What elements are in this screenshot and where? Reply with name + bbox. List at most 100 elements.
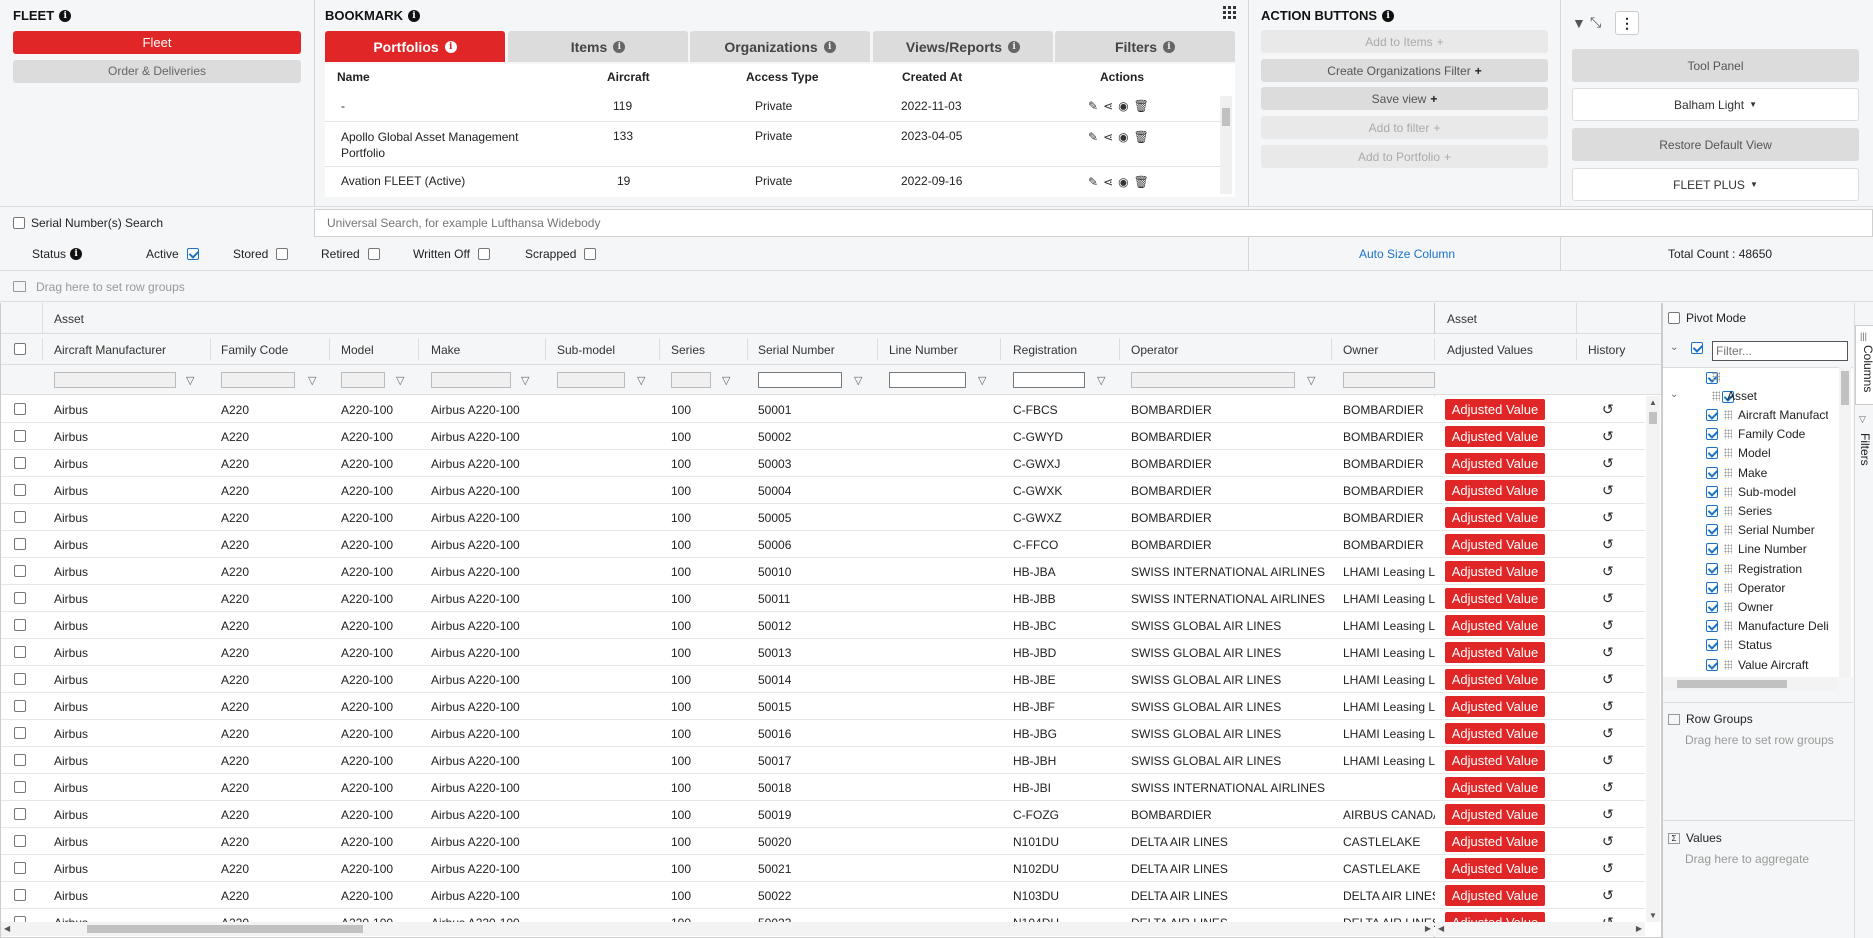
row-checkbox[interactable] [14,727,26,739]
column-list-item[interactable]: Operator [1706,580,1828,596]
edit-icon[interactable]: ✎ [1088,130,1098,144]
auto-size-column-link[interactable]: Auto Size Column [1359,247,1455,261]
fleet-button[interactable]: Fleet [13,31,301,54]
list-item[interactable]: Apollo Global Asset Management Portfolio… [325,122,1220,167]
col-make-header[interactable]: Make [431,343,460,357]
column-resize-handle[interactable] [1576,338,1577,360]
drag-handle-icon[interactable] [1724,467,1732,478]
scroll-right-icon[interactable]: ▶ [1425,924,1431,933]
history-icon[interactable]: ↺ [1602,752,1614,769]
column-list-item[interactable]: Status [1706,637,1828,653]
col-serial-number-header[interactable]: Serial Number [758,343,835,357]
history-icon[interactable]: ↺ [1602,401,1614,418]
status-stored[interactable]: Stored [233,247,289,261]
col-operator-filter-input[interactable] [1131,372,1295,388]
col-family-code-header[interactable]: Family Code [221,343,288,357]
adjusted-value-button[interactable]: Adjusted Value [1445,696,1545,717]
history-icon[interactable]: ↺ [1602,725,1614,742]
row-checkbox[interactable] [14,889,26,901]
select-all-columns-checkbox[interactable] [1691,341,1703,354]
history-icon[interactable]: ↺ [1602,806,1614,823]
filter-funnel-icon[interactable]: ▽ [521,374,529,387]
column-checkbox[interactable] [1706,409,1718,421]
status-scrapped[interactable]: Scrapped [525,247,597,261]
col-aircraft-manufacturer-header[interactable]: Aircraft Manufacturer [54,343,166,357]
table-row[interactable]: Airbus A220 A220-100 Airbus A220-100 100 5000… [1,504,1645,531]
column-list-scrollbar[interactable] [1839,367,1851,677]
drag-handle-icon[interactable] [1724,621,1732,632]
column-checkbox[interactable] [1706,447,1718,460]
chevron-down-icon[interactable]: ⌄ [1670,342,1678,353]
row-checkbox[interactable] [14,700,26,712]
view-icon[interactable]: ◉ [1118,130,1128,144]
table-row[interactable]: Airbus A220 A220-100 Airbus A220-100 100 5002… [1,855,1645,882]
fleet-plus-dropdown[interactable]: FLEET PLUS ▼ [1572,168,1859,201]
history-icon[interactable]: ↺ [1602,563,1614,580]
filter-funnel-icon[interactable]: ▽ [722,374,730,387]
col-access-header[interactable]: Access Type [746,70,819,84]
view-icon[interactable]: ◉ [1118,175,1128,189]
list-item[interactable]: Avation FLEET (Active) 19 Private 2022-0… [325,167,1220,196]
column-checkbox[interactable] [1706,581,1718,594]
table-row[interactable]: Airbus A220 A220-100 Airbus A220-100 100 5001… [1,720,1645,747]
status-active[interactable]: Active [146,247,199,261]
tab-columns[interactable]: ||| Columns [1855,325,1873,405]
col-family-code-filter-input[interactable] [221,372,295,388]
column-resize-handle[interactable] [1331,338,1332,360]
tab-organizations[interactable]: Organizations i [690,31,870,62]
row-checkbox[interactable] [14,754,26,766]
table-row[interactable]: Airbus A220 A220-100 Airbus A220-100 100 5001… [1,747,1645,774]
history-icon[interactable]: ↺ [1602,590,1614,607]
table-row[interactable]: Airbus A220 A220-100 Airbus A220-100 100 5001… [1,693,1645,720]
table-row[interactable]: Airbus A220 A220-100 Airbus A220-100 100 5001… [1,801,1645,828]
drag-handle-icon[interactable] [1724,486,1732,497]
col-created-header[interactable]: Created At [902,70,962,84]
table-row[interactable]: Airbus A220 A220-100 Airbus A220-100 100 5000… [1,477,1645,504]
history-icon[interactable]: ↺ [1602,779,1614,796]
row-group-dropzone[interactable]: Drag here to set row groups [0,272,1873,302]
row-checkbox[interactable] [14,619,26,631]
adjusted-value-button[interactable]: Adjusted Value [1445,507,1545,528]
column-list-item[interactable]: Model [1706,445,1828,461]
column-checkbox[interactable] [1706,505,1718,517]
row-checkbox[interactable] [14,565,26,577]
row-checkbox[interactable] [14,457,26,469]
filter-funnel-icon[interactable]: ▽ [978,374,986,387]
adjusted-value-button[interactable]: Adjusted Value [1445,831,1545,852]
table-row[interactable]: Airbus A220 A220-100 Airbus A220-100 100 5002… [1,882,1645,909]
grid-horizontal-scrollbar[interactable]: ◀ ▶ [1,922,1434,936]
col-sub-model-filter-input[interactable] [557,372,625,388]
add-to-portfolio-button[interactable]: Add to Portfolio + [1261,145,1548,168]
view-icon[interactable]: ◉ [1118,99,1128,113]
table-row[interactable]: Airbus A220 A220-100 Airbus A220-100 100 5001… [1,585,1645,612]
row-checkbox[interactable] [14,835,26,847]
drag-handle-icon[interactable] [1724,429,1732,440]
drag-handle-icon[interactable] [1724,640,1732,651]
grid-vertical-scrollbar[interactable]: ▲ ▼ [1646,396,1660,922]
col-model-header[interactable]: Model [341,343,374,357]
edit-icon[interactable]: ✎ [1088,99,1098,113]
col-make-filter-input[interactable] [431,372,511,388]
column-checkbox[interactable] [1706,620,1718,633]
column-resize-handle[interactable] [210,338,211,360]
column-checkbox[interactable] [1706,543,1718,556]
trash-icon[interactable]: 🗑 [1134,175,1149,189]
history-icon[interactable]: ↺ [1602,833,1614,850]
status-scrapped-checkbox[interactable] [584,248,597,260]
share-icon[interactable]: ⋖ [1103,175,1113,189]
drag-handle-icon[interactable] [1724,525,1732,536]
column-checkbox[interactable] [1706,658,1718,671]
tab-filters-side[interactable]: ▽ Filters [1855,412,1873,474]
info-icon[interactable]: i [408,9,420,22]
col-registration-header[interactable]: Registration [1013,343,1077,357]
chevron-down-icon[interactable]: ⌄ [1670,389,1678,400]
adjusted-value-button[interactable]: Adjusted Value [1445,750,1545,771]
table-row[interactable]: Airbus A220 A220-100 Airbus A220-100 100 5001… [1,666,1645,693]
history-icon[interactable]: ↺ [1602,887,1614,904]
more-menu-button[interactable]: ⋮ [1615,11,1639,35]
history-icon[interactable]: ↺ [1602,860,1614,877]
row-checkbox[interactable] [14,673,26,685]
drag-handle-icon[interactable] [1724,410,1732,420]
column-list-item[interactable]: Sub-model [1706,484,1828,500]
column-list-item[interactable]: Series [1706,503,1828,519]
